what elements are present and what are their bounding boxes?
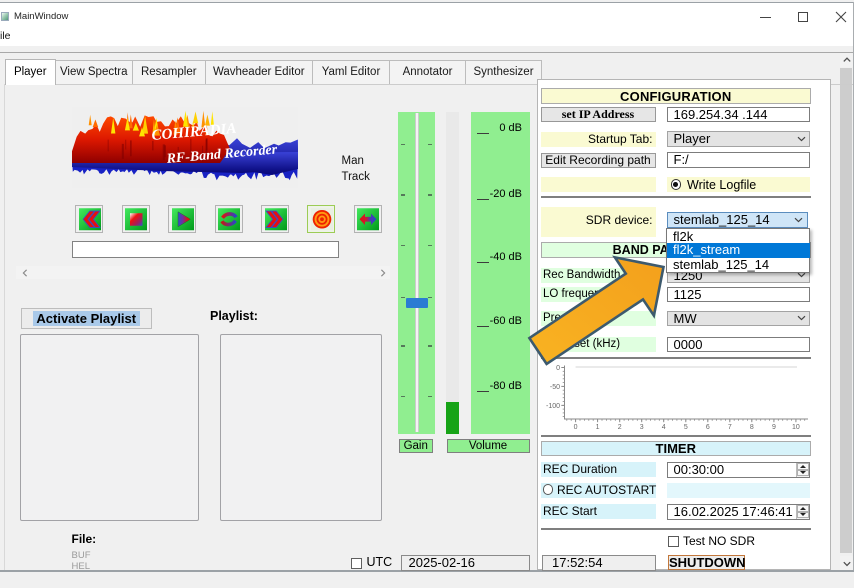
svg-text:8: 8 <box>750 424 754 431</box>
svg-text:3: 3 <box>640 424 644 431</box>
svg-text:2: 2 <box>618 424 622 431</box>
svg-text:5: 5 <box>684 424 688 431</box>
svg-text:7: 7 <box>728 424 732 431</box>
svg-text:10: 10 <box>792 424 800 431</box>
svg-text:6: 6 <box>706 424 710 431</box>
svg-text:0: 0 <box>574 424 578 431</box>
svg-text:1: 1 <box>596 424 600 431</box>
svg-text:9: 9 <box>772 424 776 431</box>
svg-text:-100: -100 <box>546 403 560 410</box>
svg-text:4: 4 <box>662 424 666 431</box>
svg-text:-50: -50 <box>550 384 560 391</box>
